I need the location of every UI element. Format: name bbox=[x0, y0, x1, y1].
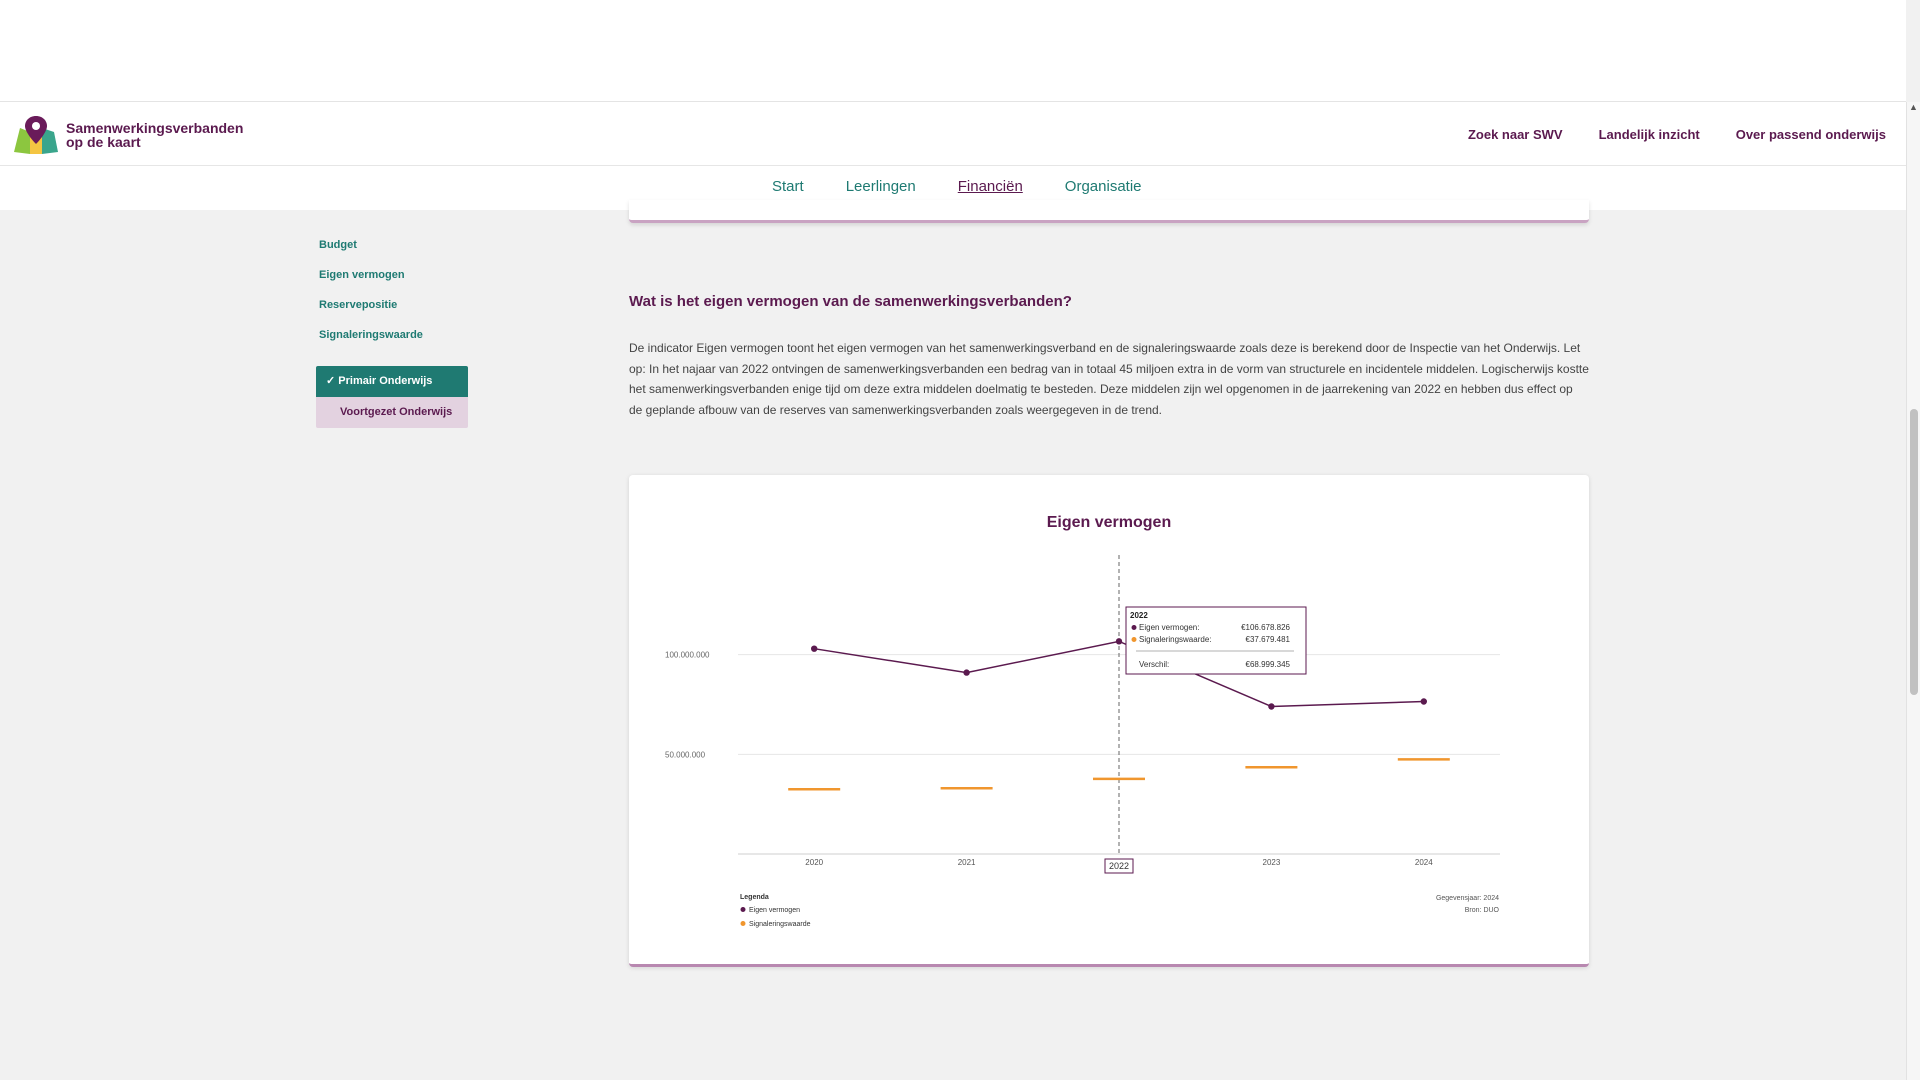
tooltip-value-1: €37.679.481 bbox=[1246, 635, 1291, 644]
eigen-vermogen-chart[interactable]: Eigen vermogen 50.000.000 100.000.000 2020 2… bbox=[629, 475, 1589, 967]
sidenav-budget[interactable]: Budget bbox=[316, 236, 468, 266]
point-eigen-vermogen-2021 bbox=[963, 669, 970, 676]
tab-leerlingen[interactable]: Leerlingen bbox=[846, 178, 916, 195]
x-tick-label-2023: 2023 bbox=[1263, 858, 1281, 867]
sidenav-reservepositie[interactable]: Reservepositie bbox=[316, 296, 468, 326]
site-logo[interactable]: Samenwerkingsverbanden op de kaart bbox=[12, 114, 256, 156]
chart-footer-1: Bron: DUO bbox=[1465, 907, 1500, 914]
side-navigation: Budget Eigen vermogen Reservepositie Sig… bbox=[316, 236, 468, 428]
chart-card: Eigen vermogen 50.000.000 100.000.000 2020 2… bbox=[629, 475, 1589, 967]
legend-swatch-eigen-vermogen bbox=[740, 907, 746, 912]
legend-label-signaleringswaarde: Signaleringswaarde bbox=[749, 921, 811, 928]
brand-line-1: Samenwerkingsverbanden bbox=[66, 120, 244, 136]
point-eigen-vermogen-2023 bbox=[1268, 703, 1275, 710]
point-eigen-vermogen-2022 bbox=[1115, 638, 1123, 645]
tooltip-label-0: Eigen vermogen: bbox=[1139, 623, 1199, 632]
top-navigation: Zoek naar SWV Landelijk inzicht Over pas… bbox=[1432, 102, 1886, 166]
page-scrollbar[interactable]: ▲ bbox=[1906, 102, 1920, 1080]
scrollbar-thumb[interactable] bbox=[1910, 409, 1918, 695]
education-type-toggle: ✓ Primair Onderwijs Voortgezet Onderwijs bbox=[316, 366, 468, 428]
nav-zoek-naar-swv[interactable]: Zoek naar SWV bbox=[1468, 127, 1563, 142]
tooltip-value-0: €106.678.826 bbox=[1241, 623, 1290, 632]
previous-card-bottom bbox=[629, 200, 1589, 223]
y-tick-label-0: 50.000.000 bbox=[665, 750, 706, 759]
tooltip-dot-0 bbox=[1131, 625, 1137, 630]
section-heading: Wat is het eigen vermogen van de samenwe… bbox=[629, 293, 1072, 310]
nav-over-passend-onderwijs[interactable]: Over passend onderwijs bbox=[1736, 127, 1886, 142]
site-header: Samenwerkingsverbanden op de kaart Zoek … bbox=[0, 102, 1906, 166]
map-pin-logo-icon bbox=[14, 116, 58, 154]
legend-swatch-signaleringswaarde bbox=[740, 921, 746, 926]
y-tick-label-1: 100.000.000 bbox=[665, 651, 710, 660]
sidenav-signaleringswaarde[interactable]: Signaleringswaarde bbox=[316, 326, 468, 356]
legend-label-eigen-vermogen: Eigen vermogen bbox=[749, 907, 800, 914]
legend-title: Legenda bbox=[740, 894, 769, 901]
point-eigen-vermogen-2020 bbox=[811, 645, 818, 652]
x-tick-label-2021: 2021 bbox=[958, 858, 976, 867]
voortgezet-onderwijs-button[interactable]: Voortgezet Onderwijs bbox=[316, 397, 468, 428]
tooltip-label-1: Signaleringswaarde: bbox=[1139, 635, 1212, 644]
chart-title: Eigen vermogen bbox=[1047, 514, 1171, 531]
check-icon: ✓ bbox=[326, 375, 336, 387]
sidenav-eigen-vermogen[interactable]: Eigen vermogen bbox=[316, 266, 468, 296]
section-body: De indicator Eigen vermogen toont het ei… bbox=[629, 341, 1589, 417]
browser-blank-area bbox=[0, 0, 1906, 102]
tooltip-dot-1 bbox=[1131, 637, 1137, 642]
primair-onderwijs-button[interactable]: ✓ Primair Onderwijs bbox=[316, 366, 468, 397]
tooltip-diff-label: Verschil: bbox=[1139, 660, 1169, 669]
point-eigen-vermogen-2024 bbox=[1420, 698, 1427, 705]
brand-line-2: op de kaart bbox=[66, 134, 141, 150]
x-tick-label-2024: 2024 bbox=[1415, 858, 1433, 867]
scroll-up-icon[interactable]: ▲ bbox=[1909, 102, 1918, 112]
tab-financien[interactable]: Financiën bbox=[958, 178, 1023, 195]
tab-start[interactable]: Start bbox=[772, 178, 804, 195]
primair-onderwijs-label: Primair Onderwijs bbox=[338, 375, 433, 387]
x-tick-label-2022: 2022 bbox=[1109, 861, 1129, 871]
x-tick-label-2020: 2020 bbox=[805, 858, 823, 867]
nav-landelijk-inzicht[interactable]: Landelijk inzicht bbox=[1599, 127, 1700, 142]
chart-footer-0: Gegevensjaar: 2024 bbox=[1436, 895, 1499, 902]
tooltip-diff-value: €68.999.345 bbox=[1246, 660, 1291, 669]
tab-organisatie[interactable]: Organisatie bbox=[1065, 178, 1142, 195]
tooltip-category: 2022 bbox=[1130, 611, 1148, 620]
